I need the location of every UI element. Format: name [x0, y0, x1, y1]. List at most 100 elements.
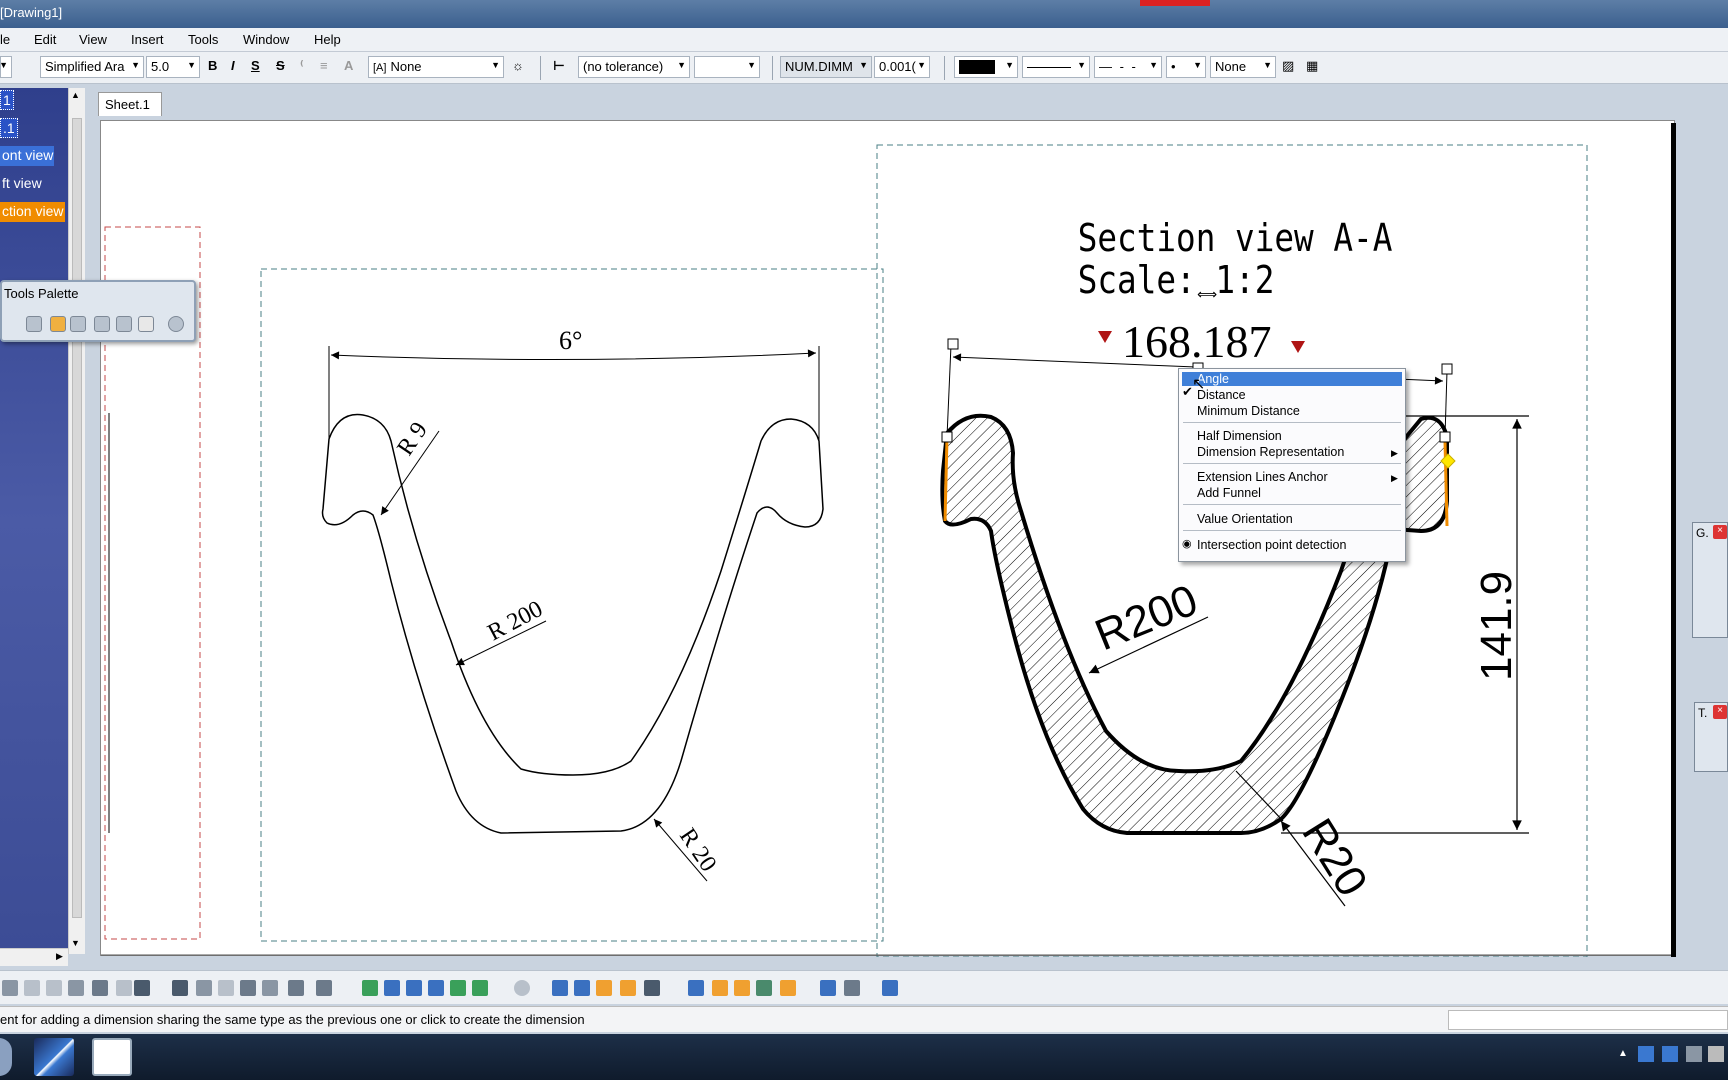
tree-item-2[interactable]: .1	[0, 118, 18, 138]
copy-icon[interactable]	[24, 980, 40, 996]
menu-view[interactable]: View	[79, 32, 107, 47]
font-size-combo[interactable]: 5.0 ▼	[146, 56, 200, 78]
zoom-in-icon[interactable]	[406, 980, 422, 996]
command-input[interactable]	[1448, 1010, 1728, 1030]
tray-security-icon[interactable]	[1662, 1046, 1678, 1062]
formula-icon[interactable]	[172, 980, 188, 996]
tray-volume-icon[interactable]	[1708, 1046, 1724, 1062]
palette-tool-2-icon[interactable]	[50, 316, 66, 332]
palette-tool-3-icon[interactable]	[70, 316, 86, 332]
swap-icon[interactable]	[820, 980, 836, 996]
style-combo[interactable]: ▼	[0, 56, 12, 78]
precision-combo[interactable]: 0.001(▼	[874, 56, 930, 78]
view-frame-icon[interactable]	[712, 980, 728, 996]
dimension-tolerance-icon[interactable]: ⊢	[553, 58, 565, 74]
annotation-icon[interactable]	[780, 980, 796, 996]
palette-tool-6-icon[interactable]	[138, 316, 154, 332]
whats-this-icon[interactable]	[134, 980, 150, 996]
filter-icon[interactable]	[620, 980, 636, 996]
menu-item-minimum-distance[interactable]: Minimum Distance	[1197, 404, 1300, 418]
pattern-icon[interactable]: ▨	[1282, 58, 1294, 74]
italic-button[interactable]: I	[231, 58, 235, 73]
relations-icon[interactable]	[262, 980, 278, 996]
section-height-label[interactable]: 141.9	[1472, 571, 1521, 681]
analysis-icon[interactable]	[596, 980, 612, 996]
menu-item-angle[interactable]: Angle	[1182, 372, 1402, 386]
superscript-icon[interactable]: ⁽	[300, 58, 304, 74]
menu-window[interactable]: Window	[243, 32, 289, 47]
3d-view-icon[interactable]	[882, 980, 898, 996]
tools-palette[interactable]: Tools Palette	[0, 280, 196, 342]
pan-icon[interactable]	[384, 980, 400, 996]
scroll-right-icon[interactable]: ▶	[56, 951, 63, 962]
dim-arrow-left-icon[interactable]	[1098, 331, 1112, 343]
section-view-title[interactable]: Section view A-A	[1078, 217, 1393, 261]
taskbar-app-catia-icon[interactable]	[92, 1038, 132, 1076]
macro-icon[interactable]	[316, 980, 332, 996]
color-combo[interactable]: ▼	[954, 56, 1018, 78]
undo-icon[interactable]	[92, 980, 108, 996]
left-angle-label[interactable]: 6°	[559, 326, 582, 355]
menu-tools[interactable]: Tools	[188, 32, 218, 47]
update-icon[interactable]	[514, 980, 530, 996]
underline-button[interactable]: S	[251, 58, 260, 73]
numeric-format-combo[interactable]: NUM.DIMM ▼	[780, 56, 872, 78]
constraint-icon[interactable]	[756, 980, 772, 996]
table-icon[interactable]	[240, 980, 256, 996]
dimension-analysis-icon[interactable]	[644, 980, 660, 996]
palette-tool-5-icon[interactable]	[116, 316, 132, 332]
dimension-value[interactable]: 168.187	[1122, 316, 1272, 367]
scroll-down-icon[interactable]: ▼	[71, 938, 80, 948]
font-name-combo[interactable]: Simplified Ara ▼	[40, 56, 144, 78]
start-button-icon[interactable]	[0, 1038, 12, 1076]
section-view-scale[interactable]: Scale: 1:2	[1078, 259, 1275, 303]
tray-network-icon[interactable]	[1638, 1046, 1654, 1062]
drawing-canvas[interactable]: 6° R 9 R 200 R 20 Section view A-A Scale…	[101, 121, 1676, 957]
section-radius-20-label[interactable]: R20	[1293, 810, 1377, 904]
menu-insert[interactable]: Insert	[131, 32, 164, 47]
left-radius-200-label[interactable]: R 200	[484, 596, 547, 646]
tab-sheet-1[interactable]: Sheet.1	[98, 92, 162, 116]
text-anchor-icon[interactable]: A	[344, 58, 353, 73]
tree-item-1[interactable]: 1	[0, 90, 14, 110]
hatch-icon[interactable]: ▦	[1306, 58, 1318, 74]
taskbar-app-1-icon[interactable]	[34, 1038, 74, 1076]
clipboard-icon[interactable]	[68, 980, 84, 996]
line-end-combo[interactable]: None ▼	[1210, 56, 1276, 78]
tree-vertical-scrollbar[interactable]: ▲ ▼	[68, 88, 85, 954]
tree-item-front-view[interactable]: ont view	[0, 146, 54, 166]
left-radius-9-label[interactable]: R 9	[392, 418, 433, 461]
tray-display-icon[interactable]	[1686, 1046, 1702, 1062]
grid-icon[interactable]	[552, 980, 568, 996]
line-thickness-combo[interactable]: ▼	[1022, 56, 1090, 78]
normal-view-icon[interactable]	[472, 980, 488, 996]
palette-tool-4-icon[interactable]	[94, 316, 110, 332]
tolerance-value-combo[interactable]: ▼	[694, 56, 760, 78]
left-view-profile[interactable]	[321, 413, 824, 834]
tree-item-section-view[interactable]: ction view	[0, 202, 66, 222]
menu-item-add-funnel[interactable]: Add Funnel	[1197, 486, 1261, 500]
align-icon[interactable]: ≡	[320, 58, 328, 73]
redo-icon[interactable]	[116, 980, 132, 996]
move-handle-icon[interactable]: ⟺	[1197, 286, 1217, 302]
snap-icon[interactable]	[574, 980, 590, 996]
lock-icon[interactable]	[288, 980, 304, 996]
palette-tool-1-icon[interactable]	[26, 316, 42, 332]
knowledge-icon[interactable]	[196, 980, 212, 996]
tools-panel[interactable]: T. ×	[1694, 702, 1728, 772]
point-type-combo[interactable]: • ▼	[1166, 56, 1206, 78]
tray-expand-icon[interactable]: ▲	[1618, 1048, 1628, 1059]
menu-item-dimension-representation[interactable]: Dimension Representation	[1197, 445, 1344, 459]
menu-item-value-orientation[interactable]: Value Orientation	[1197, 512, 1293, 526]
bold-button[interactable]: B	[208, 58, 217, 73]
menu-item-half-dimension[interactable]: Half Dimension	[1197, 429, 1282, 443]
menu-edit[interactable]: Edit	[34, 32, 56, 47]
tree-item-left-view[interactable]: ft view	[0, 174, 44, 194]
scroll-thumb[interactable]	[72, 118, 82, 918]
menu-help[interactable]: Help	[314, 32, 341, 47]
fit-all-icon[interactable]	[362, 980, 378, 996]
left-view-frame[interactable]	[260, 268, 884, 942]
parameter-icon[interactable]	[218, 980, 234, 996]
scroll-up-icon[interactable]: ▲	[71, 90, 80, 100]
catalog-icon[interactable]	[844, 980, 860, 996]
